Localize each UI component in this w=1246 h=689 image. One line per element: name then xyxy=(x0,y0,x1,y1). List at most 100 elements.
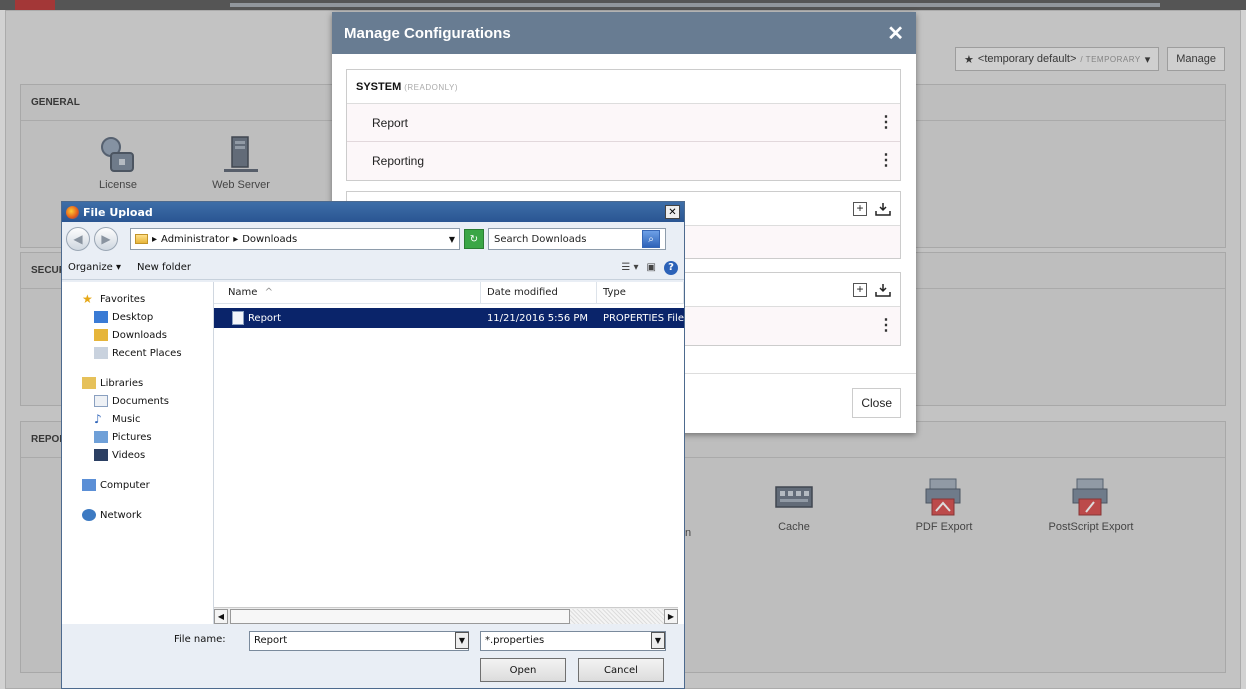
nav-label: Pictures xyxy=(112,431,152,443)
more-menu-icon[interactable]: ⋮ xyxy=(878,114,894,131)
nav-favorites[interactable]: ★ Favorites xyxy=(62,290,213,308)
nav-desktop[interactable]: Desktop xyxy=(62,308,213,326)
download-icon[interactable] xyxy=(875,283,891,297)
nav-label: Favorites xyxy=(100,293,146,305)
search-icon[interactable]: ⌕ xyxy=(642,230,660,248)
column-type[interactable]: Type xyxy=(597,282,684,303)
nav-label: Network xyxy=(100,509,142,521)
videos-icon xyxy=(94,449,108,461)
forward-icon[interactable]: ▶ xyxy=(94,227,118,251)
open-button[interactable]: Open xyxy=(480,658,566,682)
chevron-down-icon[interactable]: ▼ xyxy=(455,632,469,649)
file-name-input[interactable]: Report xyxy=(249,631,469,651)
search-placeholder: Search Downloads xyxy=(494,233,587,245)
config-row-reporting[interactable]: Reporting ⋮ xyxy=(347,142,900,180)
dialog-titlebar: File Upload ✕ xyxy=(62,202,684,222)
refresh-icon[interactable]: ↻ xyxy=(464,229,484,249)
chevron-down-icon[interactable]: ▼ xyxy=(651,632,665,649)
address-separator: ▸ xyxy=(233,233,239,245)
close-icon[interactable]: ✕ xyxy=(665,205,680,219)
libraries-icon xyxy=(82,377,96,389)
file-type-select[interactable]: *.properties xyxy=(480,631,666,651)
nav-pictures[interactable]: Pictures xyxy=(62,428,213,446)
dialog-footer: File name: Report ▼ *.properties ▼ Open … xyxy=(62,624,684,688)
nav-label: Music xyxy=(112,413,141,425)
sort-ascending-icon: ^ xyxy=(264,287,274,298)
folder-icon xyxy=(135,234,148,244)
downloads-folder-icon xyxy=(94,329,108,341)
scroll-track[interactable] xyxy=(569,608,664,624)
file-row[interactable]: Report 11/21/2016 5:56 PM PROPERTIES Fil… xyxy=(213,308,684,328)
firefox-icon xyxy=(66,205,79,219)
column-name-label: Name xyxy=(227,287,258,298)
system-section-header: SYSTEM (READONLY) xyxy=(347,70,900,104)
horizontal-scrollbar[interactable]: ◀ ▶ xyxy=(213,607,678,624)
nav-recent-places[interactable]: Recent Places xyxy=(62,344,213,362)
column-headers: Name ^ Date modified Type xyxy=(213,282,684,304)
section-actions: + xyxy=(853,201,891,216)
back-icon[interactable]: ◀ xyxy=(66,227,90,251)
dialog-title: File Upload xyxy=(83,205,153,219)
file-list-pane: Name ^ Date modified Type Report 11/21/2… xyxy=(213,282,684,624)
column-name[interactable]: Name ^ xyxy=(214,282,481,303)
nav-music[interactable]: ♪ Music xyxy=(62,410,213,428)
command-bar: Organize ▾ New folder ☰ ▾ ▣ ? xyxy=(62,256,684,280)
nav-libraries[interactable]: Libraries xyxy=(62,374,213,392)
download-icon[interactable] xyxy=(875,202,891,216)
file-date: 11/21/2016 5:56 PM xyxy=(486,312,589,324)
file-icon xyxy=(231,311,244,325)
new-folder-button[interactable]: New folder xyxy=(137,262,191,273)
file-name: Report xyxy=(247,312,282,324)
column-date-modified[interactable]: Date modified xyxy=(481,282,597,303)
nav-label: Recent Places xyxy=(112,347,182,359)
modal-header: Manage Configurations ✕ xyxy=(332,12,916,54)
cancel-button[interactable]: Cancel xyxy=(578,658,664,682)
close-button[interactable]: Close xyxy=(852,388,901,418)
file-type: PROPERTIES File xyxy=(602,312,684,324)
close-icon[interactable]: ✕ xyxy=(887,21,904,46)
address-part-administrator[interactable]: Administrator xyxy=(161,234,229,245)
nav-label: Downloads xyxy=(112,329,167,341)
chevron-down-icon[interactable]: ▼ xyxy=(449,235,455,244)
music-icon: ♪ xyxy=(94,412,102,426)
nav-videos[interactable]: Videos xyxy=(62,446,213,464)
system-section-name: SYSTEM xyxy=(356,80,402,93)
search-input[interactable]: Search Downloads ⌕ xyxy=(488,228,666,250)
network-icon xyxy=(82,509,96,521)
file-name-label: File name: xyxy=(174,634,226,645)
nav-label: Documents xyxy=(112,395,170,407)
nav-computer[interactable]: Computer xyxy=(62,476,213,494)
file-name-cell: Report xyxy=(214,311,481,325)
nav-documents[interactable]: Documents xyxy=(62,392,213,410)
config-row-report[interactable]: Report ⋮ xyxy=(347,104,900,142)
preview-pane-icon[interactable]: ▣ xyxy=(647,262,656,273)
config-row-label: Reporting xyxy=(372,154,425,168)
star-icon: ★ xyxy=(82,292,93,306)
nav-network[interactable]: Network xyxy=(62,506,213,524)
more-menu-icon[interactable]: ⋮ xyxy=(878,318,894,334)
add-icon[interactable]: + xyxy=(853,282,867,297)
view-controls: ☰ ▾ ▣ ? xyxy=(621,260,678,275)
scroll-right-icon[interactable]: ▶ xyxy=(663,608,678,624)
address-part-downloads[interactable]: Downloads xyxy=(242,234,297,245)
more-menu-icon[interactable]: ⋮ xyxy=(878,153,894,169)
address-separator: ▸ xyxy=(152,233,158,245)
desktop-icon xyxy=(94,311,108,323)
system-section: SYSTEM (READONLY) Report ⋮ Reporting ⋮ xyxy=(346,69,901,181)
address-bar[interactable]: ▸ Administrator ▸ Downloads ▼ xyxy=(130,228,460,250)
recent-places-icon xyxy=(94,347,108,359)
add-icon[interactable]: + xyxy=(853,201,867,216)
nav-label: Videos xyxy=(112,449,146,461)
organize-button[interactable]: Organize ▾ xyxy=(68,262,121,273)
help-icon[interactable]: ? xyxy=(664,260,678,275)
readonly-badge: (READONLY) xyxy=(404,82,458,92)
computer-icon xyxy=(82,479,96,491)
scroll-thumb[interactable] xyxy=(229,608,570,624)
dialog-body: ★ Favorites Desktop Downloads Recent Pla… xyxy=(62,282,684,624)
nav-label: Computer xyxy=(100,479,150,491)
view-options-icon[interactable]: ☰ ▾ xyxy=(621,262,638,273)
modal-title: Manage Configurations xyxy=(344,24,511,42)
scroll-left-icon[interactable]: ◀ xyxy=(213,608,228,624)
nav-downloads[interactable]: Downloads xyxy=(62,326,213,344)
section-actions: + xyxy=(853,282,891,297)
